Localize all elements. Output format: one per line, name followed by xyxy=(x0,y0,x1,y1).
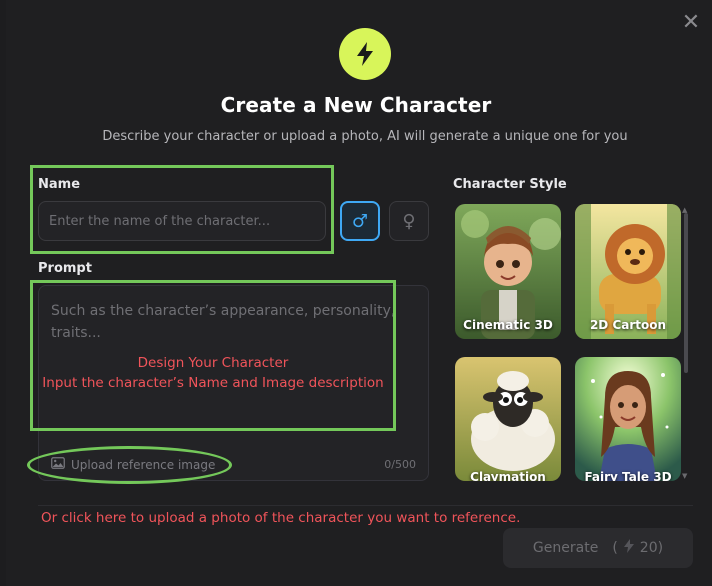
generate-button[interactable]: Generate ( 20) xyxy=(503,528,693,568)
footer-divider xyxy=(38,505,693,506)
generate-cost: 20) xyxy=(639,540,664,556)
style-card-claymation[interactable]: Claymation xyxy=(455,357,561,481)
dialog-subtitle: Describe your character or upload a phot… xyxy=(102,129,628,144)
gender-male-button[interactable]: ♂ xyxy=(340,201,380,241)
scroll-down-arrow-icon[interactable]: ▼ xyxy=(682,472,687,480)
close-icon[interactable]: ✕ xyxy=(680,12,702,34)
claymation-thumbnail xyxy=(455,357,561,481)
style-card-fairy-tale-3d[interactable]: Fairy Tale 3D xyxy=(575,357,681,481)
style-list-scrollbar[interactable] xyxy=(684,213,688,373)
style-card-2d-cartoon[interactable]: 2D Cartoon xyxy=(575,204,681,339)
male-symbol-icon: ♂ xyxy=(351,210,369,232)
generate-paren: ( xyxy=(612,540,618,556)
female-symbol-icon: ♀ xyxy=(402,210,416,232)
style-label-2d-cartoon: 2D Cartoon xyxy=(589,318,667,332)
generate-label: Generate xyxy=(532,540,599,556)
style-label-cinematic-3d: Cinematic 3D xyxy=(463,318,553,332)
prompt-label: Prompt xyxy=(38,261,92,276)
gender-female-button[interactable]: ♀ xyxy=(389,201,429,241)
annotation-design-desc: Input the character’s Name and Image des… xyxy=(42,375,384,391)
character-counter: 0/500 xyxy=(384,458,416,471)
fairy-tale-3d-thumbnail xyxy=(575,357,681,481)
lightning-bolt-icon xyxy=(339,28,391,80)
style-label-fairy-tale-3d: Fairy Tale 3D xyxy=(584,470,672,481)
annotation-upload-hint: Or click here to upload a photo of the c… xyxy=(41,510,521,526)
style-card-cinematic-3d[interactable]: Cinematic 3D xyxy=(455,204,561,339)
annotation-highlight-upload xyxy=(27,446,232,484)
style-label-claymation: Claymation xyxy=(470,470,546,481)
dialog-title: Create a New Character xyxy=(220,93,492,117)
annotation-highlight-name xyxy=(30,165,334,254)
annotation-design-title: Design Your Character xyxy=(137,355,289,371)
character-style-label: Character Style xyxy=(453,177,567,192)
lightning-bolt-icon xyxy=(623,539,634,557)
